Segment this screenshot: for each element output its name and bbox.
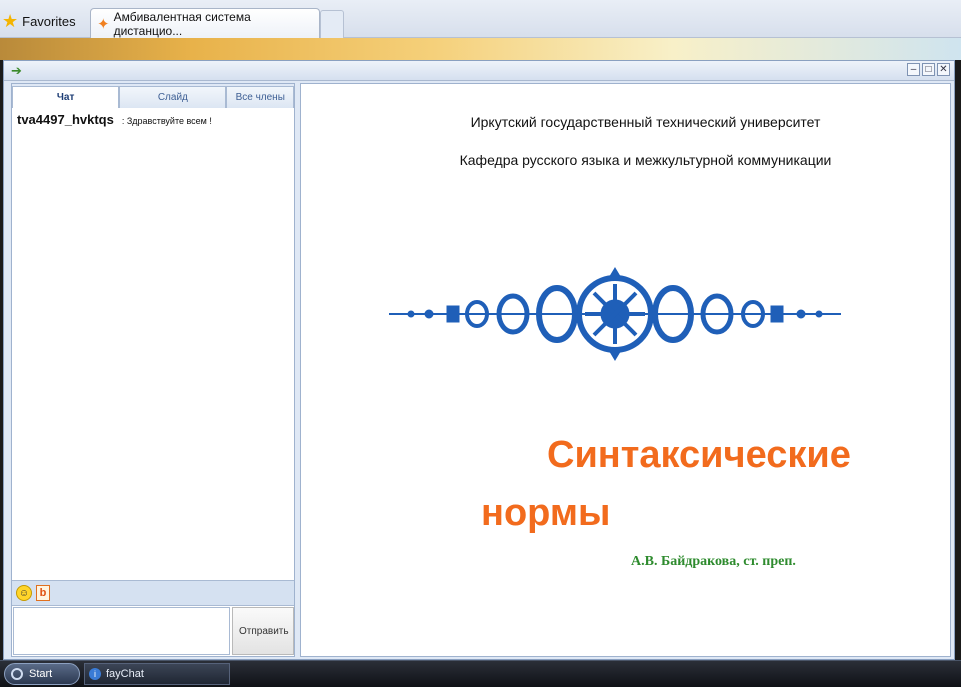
message-input[interactable] bbox=[13, 607, 230, 655]
desktop-background bbox=[0, 38, 961, 60]
close-button[interactable]: ✕ bbox=[937, 63, 950, 76]
app-window: ➔ – □ ✕ Чат Слайд Все члены tva4497_hvkt… bbox=[3, 60, 955, 660]
app-info-icon: i bbox=[89, 668, 101, 680]
slide-author: А.В. Байдракова, ст. преп. bbox=[631, 554, 796, 569]
slide-department: Кафедра русского языка и межкультурной к… bbox=[459, 152, 832, 168]
favorites-label: Favorites bbox=[22, 13, 76, 29]
window-titlebar: ➔ – □ ✕ bbox=[4, 61, 954, 81]
exit-arrow-icon[interactable]: ➔ bbox=[11, 63, 22, 79]
favorites-button[interactable]: ★ Favorites bbox=[2, 8, 76, 34]
slide-title: Синтаксические bbox=[547, 434, 851, 476]
maximize-button[interactable]: □ bbox=[922, 63, 935, 76]
tab-all-members[interactable]: Все члены bbox=[226, 86, 294, 108]
chat-message-text: : Здравствуйте всем ! bbox=[121, 116, 212, 126]
page-favicon-icon: ✦ bbox=[97, 15, 110, 33]
taskbar-item-label: fayChat bbox=[106, 668, 144, 680]
slide-panel: Иркутский государственный технический ун… bbox=[300, 83, 951, 657]
taskbar-item-faychat[interactable]: i fayChat bbox=[84, 663, 230, 685]
chat-panel: Чат Слайд Все члены tva4497_hvktqs : Здр… bbox=[11, 83, 295, 657]
tab-chat[interactable]: Чат bbox=[12, 86, 120, 108]
window-controls: – □ ✕ bbox=[907, 63, 950, 76]
taskbar: Start i fayChat bbox=[0, 660, 961, 687]
start-button[interactable]: Start bbox=[4, 663, 80, 685]
minimize-button[interactable]: – bbox=[907, 63, 920, 76]
start-label: Start bbox=[29, 668, 53, 680]
slide-title-continued: нормы bbox=[481, 492, 611, 534]
chat-tabs: Чат Слайд Все члены bbox=[12, 84, 294, 108]
chat-message: tva4497_hvktqs : Здравствуйте всем ! bbox=[17, 112, 289, 127]
emoticon-icon[interactable]: ☺ bbox=[16, 585, 32, 601]
chat-toolbar: ☺ b bbox=[12, 580, 294, 606]
browser-tab-bar: ★ Favorites ✦ Амбивалентная система дист… bbox=[0, 0, 961, 38]
chat-input-row: Отправить bbox=[12, 606, 294, 656]
new-tab-button[interactable] bbox=[320, 10, 344, 38]
screen: ★ Favorites ✦ Амбивалентная система дист… bbox=[0, 0, 961, 687]
send-button[interactable]: Отправить bbox=[232, 607, 294, 655]
ornament-icon bbox=[389, 267, 841, 361]
bold-text-icon[interactable]: b bbox=[36, 585, 50, 601]
star-icon: ★ bbox=[2, 11, 19, 31]
start-orb-icon bbox=[11, 668, 23, 680]
browser-tab-active[interactable]: ✦ Амбивалентная система дистанцио... bbox=[90, 8, 320, 38]
slide-university: Иркутский государственный технический ун… bbox=[470, 114, 821, 130]
tab-slide[interactable]: Слайд bbox=[119, 86, 227, 108]
chat-message-user: tva4497_hvktqs bbox=[17, 112, 114, 127]
chat-messages: tva4497_hvktqs : Здравствуйте всем ! bbox=[12, 108, 294, 578]
browser-tab-title: Амбивалентная система дистанцио... bbox=[113, 9, 251, 38]
